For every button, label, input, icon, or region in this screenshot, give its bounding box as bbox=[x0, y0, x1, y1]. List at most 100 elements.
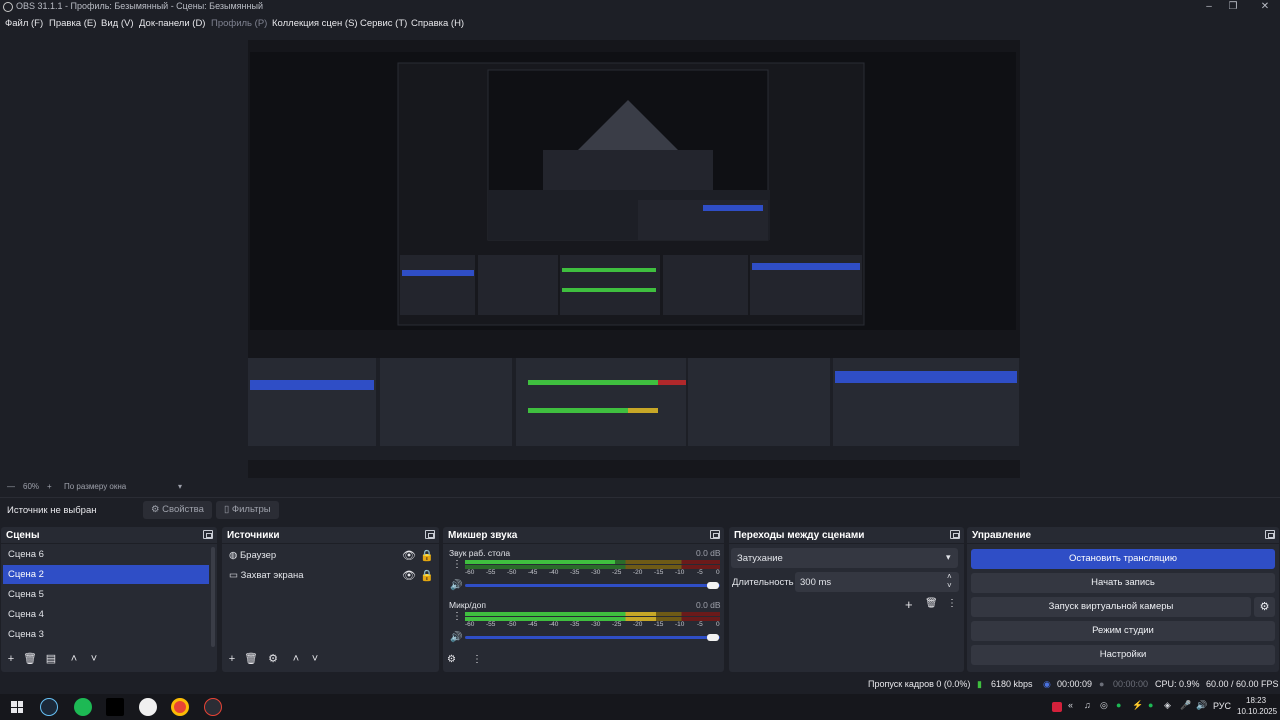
menu-profile[interactable]: Профиль (P) bbox=[211, 18, 267, 29]
zoom-plus-icon[interactable]: + bbox=[47, 482, 52, 491]
app-icon[interactable] bbox=[204, 698, 222, 716]
volume-slider[interactable] bbox=[465, 584, 720, 587]
undock-icon[interactable] bbox=[203, 530, 213, 539]
preview-capture-image bbox=[248, 40, 1020, 478]
stream-time: 00:00:09 bbox=[1057, 679, 1093, 689]
advanced-audio-icon[interactable]: ⚙ bbox=[447, 654, 456, 665]
start-record-button[interactable]: Начать запись bbox=[971, 573, 1275, 593]
menu-bar: Файл (F) Правка (E) Вид (V) Док-панели (… bbox=[0, 16, 1280, 33]
add-icon[interactable]: + bbox=[4, 653, 18, 665]
trash-icon[interactable]: 🗑 bbox=[23, 653, 37, 665]
close-icon[interactable]: ✕ bbox=[1254, 0, 1276, 14]
virtual-camera-settings-icon[interactable]: ⚙ bbox=[1254, 597, 1275, 617]
mic-icon[interactable]: 🎤 bbox=[1180, 700, 1191, 711]
source-label: Браузер bbox=[239, 550, 277, 561]
scene-item[interactable]: Сцена 4 bbox=[3, 605, 209, 624]
scene-item[interactable]: Сцена 5 bbox=[3, 585, 209, 604]
headset-icon[interactable]: ♫ bbox=[1084, 700, 1091, 710]
volume-slider-handle[interactable] bbox=[707, 582, 719, 589]
scene-item[interactable]: Сцена 3 bbox=[3, 625, 209, 644]
channel-name: Микр/доп bbox=[449, 600, 486, 610]
kebab-icon[interactable]: ⋮ bbox=[947, 598, 957, 609]
network-icon[interactable]: ◈ bbox=[1164, 700, 1171, 711]
clock-time[interactable]: 18:23 bbox=[1246, 696, 1266, 705]
menu-scene-collection[interactable]: Коллекция сцен (S) bbox=[272, 18, 358, 29]
scenes-scrollbar[interactable] bbox=[211, 547, 215, 647]
properties-button[interactable]: ⚙ Свойства bbox=[143, 501, 212, 519]
tray-icon[interactable]: « bbox=[1068, 700, 1073, 710]
tick-label: -5 bbox=[697, 569, 703, 576]
volume-icon[interactable]: 🔊 bbox=[1196, 700, 1207, 711]
spotify-tray-icon[interactable]: ● bbox=[1116, 700, 1121, 710]
menu-tools[interactable]: Сервис (T) bbox=[360, 18, 407, 29]
undock-icon[interactable] bbox=[950, 530, 960, 539]
chrome-icon[interactable] bbox=[171, 698, 189, 716]
undock-icon[interactable] bbox=[425, 530, 435, 539]
undock-icon[interactable] bbox=[1265, 530, 1275, 539]
scene-item[interactable]: Сцена 6 bbox=[3, 545, 209, 564]
fps: 60.00 / 60.00 FPS bbox=[1206, 679, 1279, 689]
tray-icon[interactable]: ◎ bbox=[1100, 700, 1108, 711]
steam-icon[interactable] bbox=[40, 698, 58, 716]
clock-date[interactable]: 10.10.2025 bbox=[1237, 707, 1277, 716]
jetbrains-icon[interactable] bbox=[106, 698, 124, 716]
controls-header: Управление bbox=[967, 527, 1279, 544]
windows-start-icon[interactable] bbox=[11, 701, 23, 713]
maximize-icon[interactable]: ❐ bbox=[1222, 0, 1244, 14]
menu-docks[interactable]: Док-панели (D) bbox=[139, 18, 205, 29]
mixer-menu-icon[interactable]: ⋮ bbox=[472, 654, 482, 665]
filter-icon[interactable]: ▤ bbox=[44, 653, 58, 665]
filters-button[interactable]: ▯ Фильтры bbox=[216, 501, 279, 519]
tray-icon[interactable]: ⚡ bbox=[1132, 700, 1143, 711]
tick-label: 0 bbox=[716, 621, 720, 628]
language-indicator[interactable]: РУС bbox=[1213, 701, 1231, 711]
add-icon[interactable]: + bbox=[905, 597, 913, 612]
chevron-down-icon[interactable]: ˅ bbox=[308, 653, 322, 665]
add-icon[interactable]: + bbox=[225, 653, 239, 665]
transition-select[interactable]: Затухание ▾ bbox=[731, 548, 958, 568]
gear-icon[interactable]: ⚙ bbox=[266, 653, 280, 665]
duration-input[interactable]: 300 ms ˄ ˅ bbox=[795, 572, 959, 592]
menu-file[interactable]: Файл (F) bbox=[5, 18, 43, 29]
lock-icon[interactable]: 🔒 bbox=[420, 570, 434, 582]
transitions-title: Переходы между сценами bbox=[734, 530, 865, 541]
zoom-mode[interactable]: По размеру окна bbox=[64, 482, 126, 491]
settings-button[interactable]: Настройки bbox=[971, 645, 1275, 665]
undock-icon[interactable] bbox=[710, 530, 720, 539]
eye-icon[interactable]: 👁 bbox=[402, 550, 416, 562]
menu-view[interactable]: Вид (V) bbox=[101, 18, 134, 29]
volume-slider[interactable] bbox=[465, 636, 720, 639]
lock-icon[interactable]: 🔒 bbox=[420, 550, 434, 562]
spotify-icon[interactable] bbox=[74, 698, 92, 716]
volume-slider-handle[interactable] bbox=[707, 634, 719, 641]
menu-help[interactable]: Справка (H) bbox=[411, 18, 464, 29]
chevron-up-icon[interactable]: ˄ bbox=[947, 572, 952, 581]
speaker-icon[interactable]: 🔊 bbox=[450, 632, 462, 643]
tray-app-icon[interactable] bbox=[1052, 702, 1062, 712]
virtual-camera-button[interactable]: Запуск виртуальной камеры bbox=[971, 597, 1251, 617]
trash-icon[interactable]: 🗑 bbox=[925, 598, 938, 609]
volume-meter bbox=[465, 612, 720, 616]
trash-icon[interactable]: 🗑 bbox=[244, 653, 258, 665]
sources-title: Источники bbox=[227, 530, 280, 541]
studio-mode-button[interactable]: Режим студии bbox=[971, 621, 1275, 641]
menu-edit[interactable]: Правка (E) bbox=[49, 18, 96, 29]
cpu-usage: CPU: 0.9% bbox=[1155, 679, 1200, 689]
eye-icon[interactable]: 👁 bbox=[402, 570, 416, 582]
stop-stream-button[interactable]: Остановить трансляцию bbox=[971, 549, 1275, 569]
preview-canvas[interactable] bbox=[248, 40, 1020, 478]
zoom-minus-icon[interactable]: — bbox=[7, 482, 15, 491]
tray-icon[interactable]: ● bbox=[1148, 700, 1153, 710]
speaker-icon[interactable]: 🔊 bbox=[450, 580, 462, 591]
duration-value: 300 ms bbox=[800, 577, 832, 588]
chevron-down-icon[interactable]: ˅ bbox=[87, 653, 101, 665]
zoom-level[interactable]: 60% bbox=[23, 482, 39, 491]
scene-item-selected[interactable]: Сцена 2 bbox=[3, 565, 209, 584]
obs-icon[interactable] bbox=[139, 698, 157, 716]
minimize-icon[interactable]: – bbox=[1198, 0, 1220, 14]
chevron-down-icon[interactable]: ˅ bbox=[947, 581, 952, 590]
channel-db: 0.0 dB bbox=[696, 600, 721, 610]
chevron-up-icon[interactable]: ˄ bbox=[67, 653, 81, 665]
chevron-up-icon[interactable]: ˄ bbox=[289, 653, 303, 665]
zoom-dropdown-icon[interactable]: ▾ bbox=[178, 482, 182, 491]
